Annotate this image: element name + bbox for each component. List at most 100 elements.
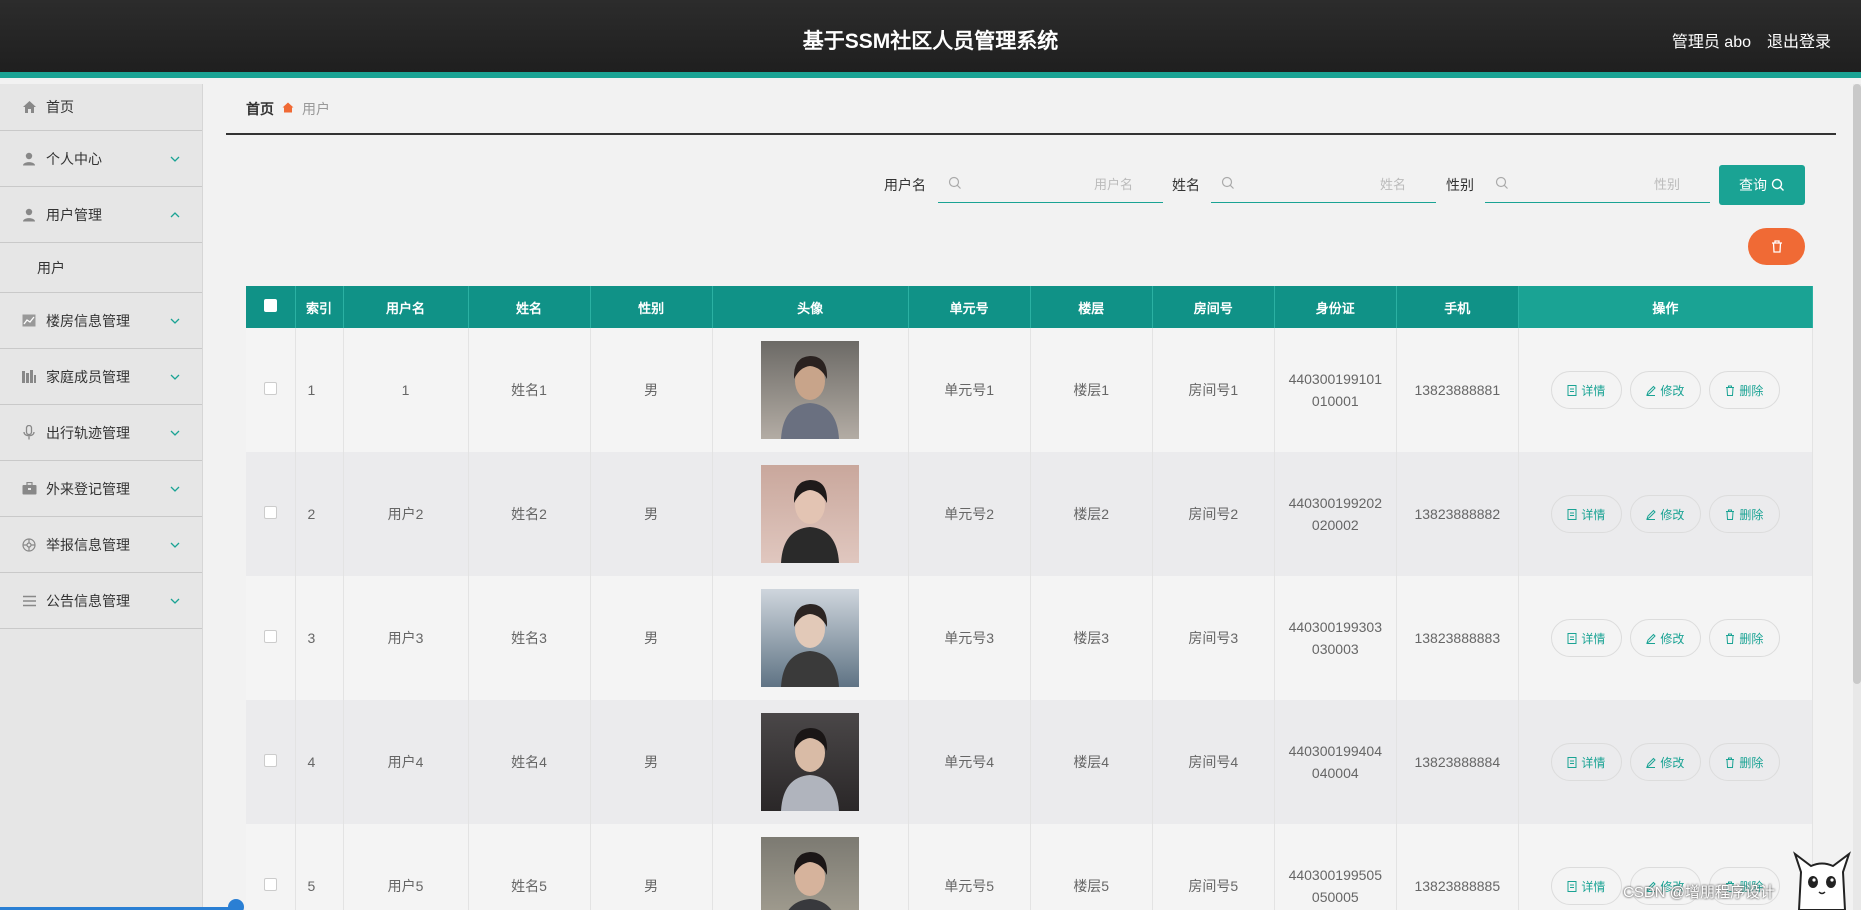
delete-button[interactable]: 删除 — [1708, 619, 1780, 657]
sidebar-item-user-management[interactable]: 用户管理 — [0, 187, 202, 243]
cell-floor: 楼层2 — [1030, 452, 1153, 576]
username-field[interactable] — [938, 165, 1163, 203]
edit-button[interactable]: 修改 — [1629, 619, 1701, 657]
cell-name: 姓名4 — [468, 700, 591, 824]
mic-icon — [20, 425, 38, 441]
row-index: 2 — [295, 452, 344, 576]
avatar[interactable] — [761, 341, 860, 439]
cell-actions: 详情 修改 删除 — [1518, 576, 1814, 700]
column-header: 索引 — [295, 286, 344, 328]
sidebar-item-home[interactable]: 首页 — [0, 84, 202, 131]
gender-input[interactable] — [1515, 171, 1710, 197]
detail-button[interactable]: 详情 — [1550, 743, 1622, 781]
cell-id-card: 440300199303 030003 — [1274, 576, 1397, 700]
search-icon — [1495, 176, 1508, 189]
cell-id-card: 440300199404 040004 — [1274, 700, 1397, 824]
cell-unit: 单元号4 — [908, 700, 1031, 824]
cell-actions: 详情 修改 删除 — [1518, 452, 1814, 576]
query-button[interactable]: 查询 — [1719, 165, 1805, 205]
progress-handle[interactable] — [228, 899, 244, 910]
logout-link[interactable]: 退出登录 — [1767, 28, 1831, 52]
delete-button[interactable]: 删除 — [1708, 495, 1780, 533]
edit-button[interactable]: 修改 — [1629, 743, 1701, 781]
cell-gender: 男 — [590, 700, 713, 824]
cell-avatar — [712, 328, 909, 452]
row-checkbox[interactable] — [246, 824, 296, 910]
id-card-line: 050005 — [1311, 889, 1359, 905]
name-label: 姓名 — [1172, 177, 1200, 193]
pencil-icon — [1646, 757, 1657, 768]
row-index: 4 — [295, 700, 344, 824]
name-field[interactable] — [1211, 165, 1436, 203]
detail-label: 详情 — [1581, 755, 1606, 770]
scrollbar-thumb[interactable] — [1853, 84, 1861, 684]
home-icon — [20, 99, 38, 115]
column-header: 楼层 — [1030, 286, 1153, 328]
avatar[interactable] — [761, 713, 860, 811]
gender-field[interactable] — [1485, 165, 1710, 203]
delete-button[interactable]: 删除 — [1708, 371, 1780, 409]
cell-username: 用户3 — [343, 576, 469, 700]
globe-icon — [20, 537, 38, 553]
detail-button[interactable]: 详情 — [1550, 619, 1622, 657]
edit-button[interactable]: 修改 — [1629, 371, 1701, 409]
cell-unit: 单元号5 — [908, 824, 1031, 910]
column-header: 单元号 — [908, 286, 1031, 328]
select-all-checkbox[interactable] — [246, 286, 296, 328]
cell-id-card: 440300199101 010001 — [1274, 328, 1397, 452]
pencil-icon — [1646, 385, 1657, 396]
detail-button[interactable]: 详情 — [1550, 371, 1622, 409]
row-checkbox[interactable] — [246, 576, 296, 700]
username-input[interactable] — [968, 171, 1163, 197]
detail-button[interactable]: 详情 — [1550, 495, 1622, 533]
row-checkbox[interactable] — [246, 700, 296, 824]
sidebar-item-building-info[interactable]: 楼房信息管理 — [0, 293, 202, 349]
breadcrumb-home[interactable]: 首页 — [246, 99, 274, 119]
detail-button[interactable]: 详情 — [1550, 867, 1622, 905]
avatar[interactable] — [761, 837, 860, 910]
edit-label: 修改 — [1660, 631, 1685, 646]
cell-unit: 单元号1 — [908, 328, 1031, 452]
edit-label: 修改 — [1660, 755, 1685, 770]
avatar[interactable] — [761, 465, 860, 563]
delete-label: 删除 — [1739, 383, 1764, 398]
row-index: 1 — [295, 328, 344, 452]
cell-id-card: 440300199202 020002 — [1274, 452, 1397, 576]
avatar[interactable] — [761, 589, 860, 687]
row-checkbox[interactable] — [246, 328, 296, 452]
app-title: 基于SSM社区人员管理系统 — [802, 30, 1059, 53]
cell-avatar — [712, 452, 909, 576]
cat-mascot-icon — [1793, 851, 1851, 910]
sidebar-item-family-members[interactable]: 家庭成员管理 — [0, 349, 202, 405]
sidebar-item-travel-track[interactable]: 出行轨迹管理 — [0, 405, 202, 461]
sidebar-item-label: 出行轨迹管理 — [46, 424, 130, 441]
document-icon — [1567, 508, 1577, 520]
id-card-line: 030003 — [1311, 641, 1359, 657]
cell-gender: 男 — [590, 576, 713, 700]
batch-delete-button[interactable] — [1748, 228, 1805, 265]
sidebar-item-announcements[interactable]: 公告信息管理 — [0, 573, 202, 629]
delete-label: 删除 — [1739, 507, 1764, 522]
cell-username: 用户5 — [343, 824, 469, 910]
search-icon — [948, 176, 961, 189]
search-icon — [1771, 178, 1784, 191]
sidebar-item-personal-center[interactable]: 个人中心 — [0, 131, 202, 187]
list-icon — [20, 593, 38, 609]
id-card-line: 440300199404 — [1288, 743, 1382, 759]
sidebar-item-label: 外来登记管理 — [46, 480, 130, 497]
chevron-down-icon — [170, 156, 180, 162]
row-checkbox[interactable] — [246, 452, 296, 576]
sidebar-item-report-info[interactable]: 举报信息管理 — [0, 517, 202, 573]
chart-icon — [20, 313, 38, 329]
sidebar-item-visitor-registration[interactable]: 外来登记管理 — [0, 461, 202, 517]
column-header: 头像 — [712, 286, 909, 328]
sidebar-item-label: 用户管理 — [46, 206, 102, 223]
name-input[interactable] — [1241, 171, 1436, 197]
delete-button[interactable]: 删除 — [1708, 743, 1780, 781]
detail-label: 详情 — [1581, 383, 1606, 398]
edit-button[interactable]: 修改 — [1629, 495, 1701, 533]
sidebar-subitem-users[interactable]: 用户 — [0, 243, 202, 293]
pencil-icon — [1646, 509, 1657, 520]
column-header: 操作 — [1518, 286, 1814, 328]
cell-gender: 男 — [590, 824, 713, 910]
